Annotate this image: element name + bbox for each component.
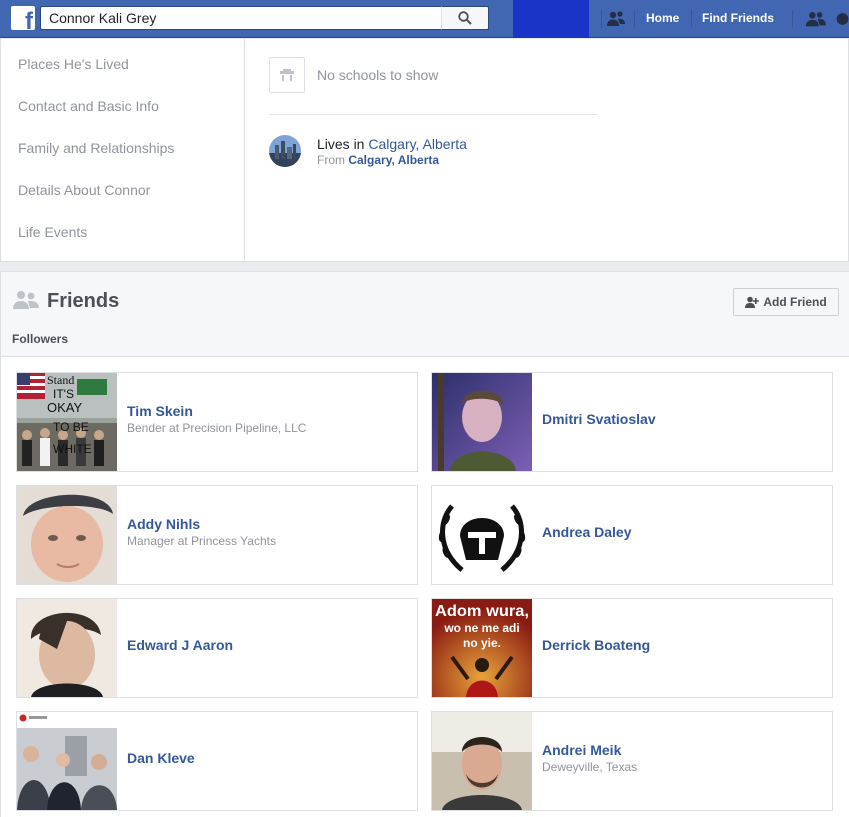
friend-photo[interactable] — [17, 712, 117, 810]
search-input[interactable] — [41, 7, 441, 29]
tab-followers-label: Followers — [12, 332, 69, 346]
friends-header: Friends Add Friend Followers — [1, 272, 849, 357]
nav-divider — [634, 10, 635, 28]
about-nav-family-relationships[interactable]: Family and Relationships — [18, 140, 174, 156]
friend-card: Addy Nihls Manager at Princess Yachts — [16, 485, 418, 585]
facebook-logo-icon[interactable]: f — [11, 6, 35, 30]
messenger-nav-icon[interactable] — [836, 8, 849, 30]
friend-name[interactable]: Andrei Meik — [542, 742, 621, 758]
friend-card: Adom wura, wo ne me adi no yie. Derrick … — [431, 598, 833, 698]
friend-name[interactable]: Derrick Boateng — [542, 637, 650, 653]
search-button[interactable] — [441, 6, 489, 30]
friend-name[interactable]: Edward J Aaron — [127, 637, 233, 653]
about-nav: Places He's Lived Contact and Basic Info… — [1, 39, 245, 261]
search-box — [40, 6, 489, 30]
photo-caption-line: WHITE — [53, 442, 92, 456]
add-friend-button[interactable]: Add Friend — [733, 288, 839, 316]
friend-card: Edward J Aaron — [16, 598, 418, 698]
friend-requests-nav-icon[interactable] — [605, 8, 627, 30]
friend-name[interactable]: Tim Skein — [127, 403, 193, 419]
friend-photo[interactable] — [17, 486, 117, 584]
search-icon — [458, 11, 472, 25]
friend-photo[interactable] — [17, 599, 117, 697]
about-nav-life-events[interactable]: Life Events — [18, 224, 87, 240]
about-nav-contact-info[interactable]: Contact and Basic Info — [18, 98, 159, 114]
from-city-link[interactable]: Calgary, Alberta — [348, 153, 439, 167]
friend-subtitle: Manager at Princess Yachts — [127, 534, 276, 548]
lives-in-city-link[interactable]: Calgary, Alberta — [368, 136, 467, 152]
find-friends-link[interactable]: Find Friends — [702, 11, 774, 25]
friend-photo[interactable] — [432, 486, 532, 584]
about-section: Places He's Lived Contact and Basic Info… — [0, 39, 849, 262]
redacted-area — [513, 0, 589, 38]
add-friend-label: Add Friend — [763, 295, 827, 309]
friend-card: Andrea Daley — [431, 485, 833, 585]
nav-divider — [792, 10, 793, 28]
home-link[interactable]: Home — [646, 11, 679, 25]
lives-in-label: Lives in — [317, 136, 369, 152]
friend-name[interactable]: Dmitri Svatioslav — [542, 411, 656, 427]
friend-card: Dmitri Svatioslav — [431, 372, 833, 472]
lives-in-line: Lives in Calgary, Alberta — [317, 136, 467, 152]
friend-photo[interactable]: Stand IT'S OKAY TO BE WHITE — [17, 373, 117, 471]
tab-followers[interactable]: Followers — [1, 328, 81, 357]
friend-photo[interactable]: Adom wura, wo ne me adi no yie. — [432, 599, 532, 697]
photo-caption-line: wo ne me adi — [443, 621, 519, 635]
nav-divider — [601, 10, 602, 28]
photo-caption-line: OKAY — [47, 400, 82, 415]
friend-card: Dan Kleve — [16, 711, 418, 811]
friend-name[interactable]: Andrea Daley — [542, 524, 631, 540]
nav-divider — [691, 10, 692, 28]
friend-card: Andrei Meik Deweyville, Texas — [431, 711, 833, 811]
friend-name[interactable]: Dan Kleve — [127, 750, 195, 766]
photo-caption-line: no yie. — [463, 636, 501, 650]
friend-card: Stand IT'S OKAY TO BE WHITE Tim Skein Be… — [16, 372, 418, 472]
photo-caption-line: TO BE — [53, 420, 89, 434]
about-nav-details[interactable]: Details About Connor — [18, 182, 150, 198]
from-label: From — [317, 153, 349, 167]
friends-title[interactable]: Friends — [47, 290, 119, 313]
friends-nav-icon[interactable] — [805, 8, 827, 30]
from-line: From Calgary, Alberta — [317, 153, 439, 167]
add-friend-icon — [745, 296, 760, 308]
city-photo[interactable] — [269, 135, 301, 167]
friends-icon — [13, 291, 39, 309]
friends-section: Friends Add Friend Followers Stand IT'S … — [0, 271, 849, 817]
photo-caption-line: Stand — [47, 373, 74, 387]
tab-active-indicator — [1, 355, 81, 357]
top-bar: f Home Find Friends — [0, 0, 849, 38]
school-icon — [269, 57, 305, 93]
friend-photo[interactable] — [432, 373, 532, 471]
friend-name[interactable]: Addy Nihls — [127, 516, 200, 532]
about-nav-places-lived[interactable]: Places He's Lived — [18, 56, 129, 72]
friend-photo[interactable] — [432, 712, 532, 810]
section-divider — [269, 114, 597, 115]
photo-caption-line: IT'S — [53, 387, 74, 401]
friend-subtitle: Deweyville, Texas — [542, 760, 638, 774]
friend-subtitle: Bender at Precision Pipeline, LLC — [127, 421, 307, 435]
photo-caption-line: Adom wura, — [435, 603, 529, 620]
no-schools-text: No schools to show — [317, 67, 439, 83]
